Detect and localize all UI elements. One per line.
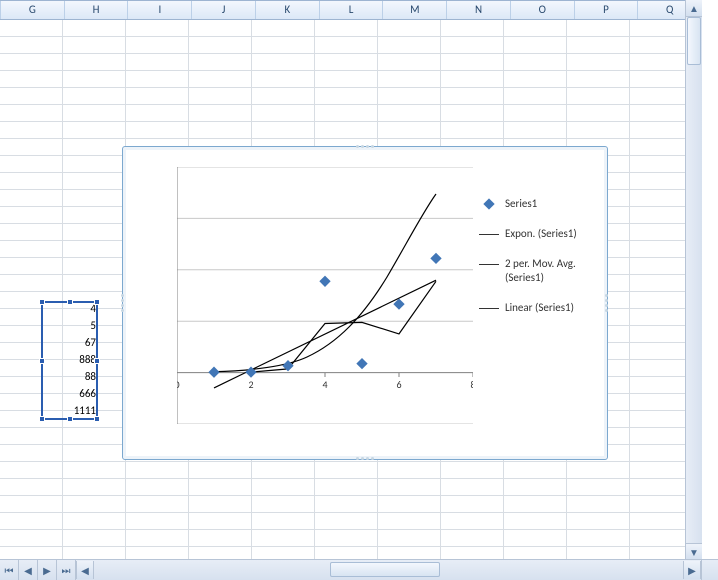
scroll-right-button[interactable]: ▶ [683, 561, 701, 579]
column-header[interactable]: J [192, 1, 256, 19]
svg-text:6: 6 [396, 378, 401, 391]
selection-handle[interactable] [39, 358, 45, 364]
column-header[interactable]: K [256, 1, 320, 19]
legend-entry-series[interactable]: Series1 [479, 197, 599, 211]
selection-handle[interactable] [94, 416, 100, 422]
tab-last-button[interactable]: ⏭ [57, 560, 76, 580]
scroll-thumb[interactable] [330, 562, 440, 577]
column-header[interactable]: L [320, 1, 384, 19]
chart-resize-handle[interactable] [605, 294, 609, 312]
scroll-corner [701, 560, 718, 580]
chart-resize-handle[interactable] [121, 294, 125, 312]
legend-label: Expon. (Series1) [505, 227, 577, 241]
embedded-chart[interactable]: -500 0 500 1000 1500 2000 0 2 4 6 8 [122, 146, 608, 460]
selection-handle[interactable] [94, 299, 100, 305]
scroll-track[interactable] [94, 561, 683, 579]
moving-average-trendline [251, 281, 436, 372]
source-data-selection[interactable] [41, 301, 98, 420]
svg-text:8: 8 [470, 378, 473, 391]
legend-entry-moving-average[interactable]: 2 per. Mov. Avg. (Series1) [479, 257, 599, 285]
horizontal-scrollbar[interactable]: ◀ ▶ [76, 560, 701, 580]
selection-handle[interactable] [67, 416, 73, 422]
legend-entry-exponential[interactable]: Expon. (Series1) [479, 227, 599, 241]
scroll-up-button[interactable]: ▲ [686, 0, 702, 17]
data-series-points [208, 253, 441, 378]
worksheet-area: G H I J K L M N O P Q 4 5 67 888 88 666 … [0, 0, 702, 560]
legend-label: 2 per. Mov. Avg. (Series1) [505, 257, 599, 285]
cell-grid[interactable]: 4 5 67 888 88 666 1111 [0, 20, 702, 560]
column-header[interactable]: H [65, 1, 129, 19]
scroll-down-button[interactable]: ▼ [686, 543, 702, 560]
diamond-marker-icon [479, 197, 499, 211]
selection-handle[interactable] [39, 299, 45, 305]
chart-resize-handle[interactable] [356, 145, 374, 149]
column-header[interactable]: M [383, 1, 447, 19]
tab-first-button[interactable]: ⏮ [0, 560, 19, 580]
legend-entry-linear[interactable]: Linear (Series1) [479, 301, 599, 315]
sheet-tab-nav: ⏮ ◀ ▶ ⏭ [0, 560, 76, 580]
line-marker-icon [479, 308, 499, 309]
plot-area[interactable]: -500 0 500 1000 1500 2000 0 2 4 6 8 [177, 167, 473, 424]
column-headers: G H I J K L M N O P Q [0, 0, 702, 20]
legend-label: Linear (Series1) [505, 301, 574, 315]
column-header[interactable]: P [575, 1, 639, 19]
selection-handle[interactable] [94, 358, 100, 364]
column-header[interactable]: O [511, 1, 575, 19]
tab-prev-button[interactable]: ◀ [19, 560, 38, 580]
sheet-bottom-bar: ⏮ ◀ ▶ ⏭ ◀ ▶ [0, 559, 718, 580]
svg-text:4: 4 [322, 378, 327, 391]
tab-next-button[interactable]: ▶ [38, 560, 57, 580]
selection-handle[interactable] [67, 299, 73, 305]
svg-text:2: 2 [248, 378, 253, 391]
column-header[interactable]: I [128, 1, 192, 19]
column-header[interactable]: G [0, 1, 65, 19]
vertical-scrollbar[interactable]: ▲ ▼ [685, 0, 702, 560]
line-marker-icon [479, 234, 499, 235]
scroll-thumb[interactable] [687, 17, 701, 65]
legend-label: Series1 [505, 197, 537, 211]
chart-legend[interactable]: Series1 Expon. (Series1) 2 per. Mov. Avg… [479, 197, 599, 315]
selection-handle[interactable] [39, 416, 45, 422]
svg-text:0: 0 [177, 378, 180, 391]
line-marker-icon [479, 264, 499, 265]
chart-resize-handle[interactable] [356, 457, 374, 461]
column-header[interactable]: N [447, 1, 511, 19]
scroll-left-button[interactable]: ◀ [76, 561, 94, 579]
